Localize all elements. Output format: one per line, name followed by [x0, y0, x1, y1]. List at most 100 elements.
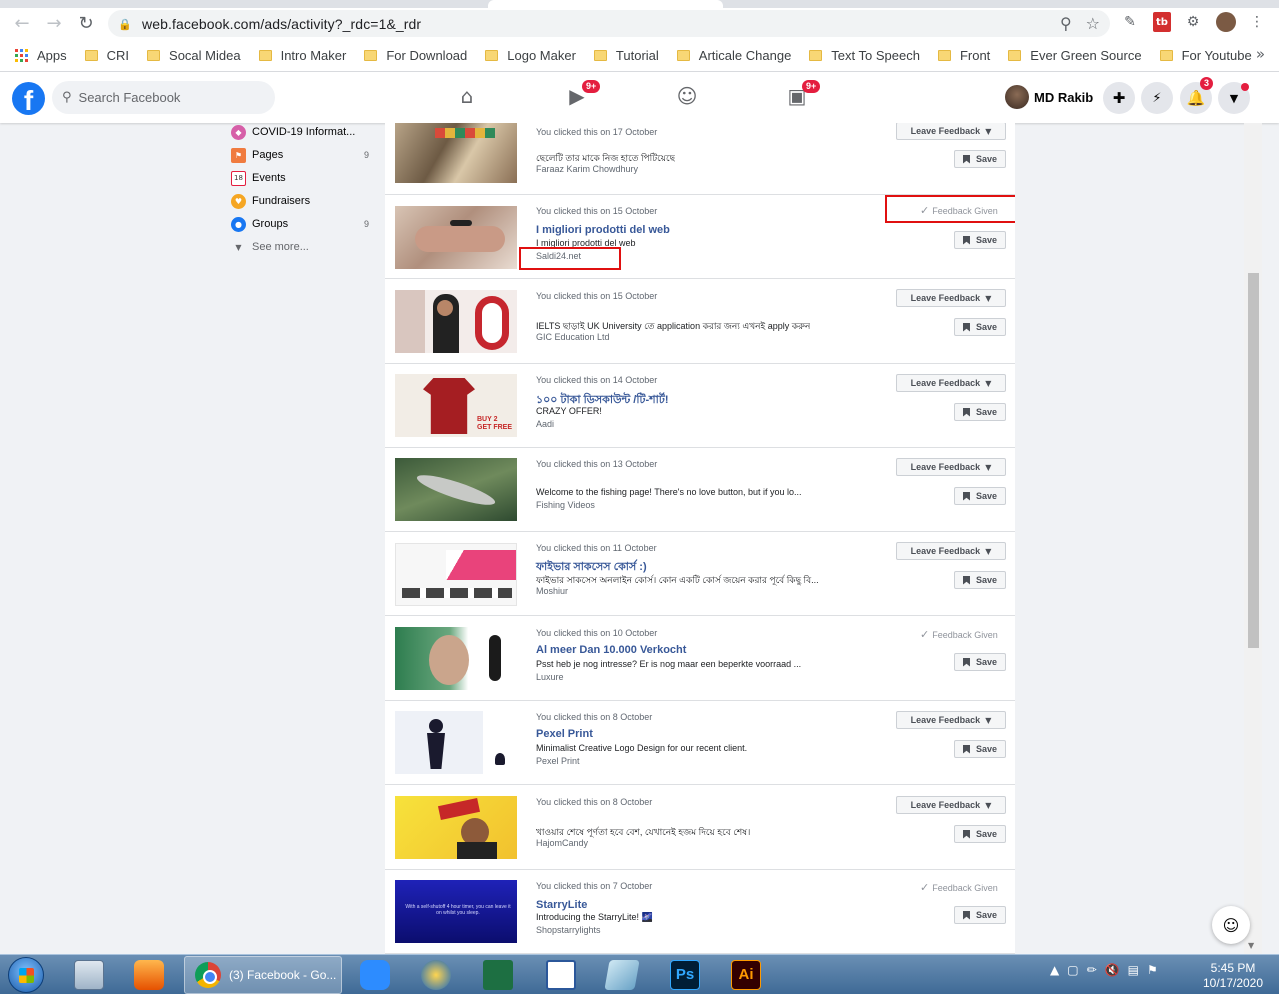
bookmark-folder[interactable]: Text To Speech: [809, 48, 920, 63]
save-button[interactable]: Save: [954, 318, 1006, 336]
create-plus-icon[interactable]: ✚: [1103, 82, 1135, 114]
pen-tray-icon[interactable]: ✏: [1087, 963, 1097, 977]
bookmark-folder[interactable]: Socal Midea: [147, 48, 241, 63]
illustrator-icon[interactable]: Ai: [731, 960, 761, 990]
media-player-icon[interactable]: [134, 960, 164, 990]
ad-title-link[interactable]: Pexel Print: [536, 728, 593, 740]
ad-source[interactable]: Faraaz Karim Chowdhury: [536, 164, 638, 174]
calculator-icon[interactable]: [74, 960, 104, 990]
ad-title-link[interactable]: Al meer Dan 10.000 Verkocht: [536, 644, 686, 656]
acrobat-tray-icon[interactable]: ▢: [1067, 963, 1078, 977]
bookmark-folder[interactable]: CRI: [84, 48, 129, 63]
ad-thumbnail-image[interactable]: With a self-shutoff 4 hour timer, you ca…: [395, 880, 517, 943]
active-tab[interactable]: [488, 0, 723, 8]
ad-title-link[interactable]: I migliori prodotti del web: [536, 224, 670, 236]
taskbar-clock[interactable]: 5:45 PM 10/17/2020: [1198, 961, 1268, 991]
ad-thumbnail-image[interactable]: [395, 123, 517, 183]
volume-muted-icon[interactable]: 🔇: [1105, 963, 1120, 977]
bookmark-folder[interactable]: Ever Green Source: [1008, 48, 1142, 63]
new-message-people-icon[interactable]: ☺: [1212, 906, 1250, 944]
leave-feedback-button[interactable]: Leave Feedback ▼: [896, 711, 1006, 729]
address-bar[interactable]: 🔒 web.facebook.com/ads/activity?_rdc=1&_…: [108, 10, 1110, 37]
ad-source[interactable]: Fishing Videos: [536, 500, 595, 510]
leave-feedback-button[interactable]: Leave Feedback ▼: [896, 374, 1006, 392]
profile-avatar-icon[interactable]: [1216, 12, 1236, 32]
bookmark-apps[interactable]: Apps: [13, 48, 67, 63]
bookmark-folder[interactable]: Tutorial: [593, 48, 659, 63]
notes-app-icon[interactable]: [604, 960, 640, 990]
bookmark-folder[interactable]: For Youtube: [1159, 48, 1252, 63]
photoshop-icon[interactable]: Ps: [670, 960, 700, 990]
forward-icon[interactable]: →: [40, 10, 68, 38]
start-button-icon[interactable]: [8, 957, 44, 993]
word-icon[interactable]: [546, 960, 576, 990]
sidebar-see-more[interactable]: ▼ See more...: [231, 238, 371, 256]
save-button[interactable]: Save: [954, 150, 1006, 168]
scrollbar-thumb[interactable]: [1248, 273, 1259, 648]
sidebar-item-covid[interactable]: ◆ COVID-19 Informat...: [231, 123, 371, 141]
zoom-icon[interactable]: ⚲: [1060, 14, 1072, 33]
extensions-puzzle-icon[interactable]: ⚙: [1184, 12, 1202, 32]
excel-icon[interactable]: [483, 960, 513, 990]
tubebuddy-extension-icon[interactable]: tb: [1153, 12, 1171, 32]
app-icon[interactable]: [421, 960, 451, 990]
profile-link[interactable]: MD Rakib: [1005, 85, 1093, 109]
bookmark-folder[interactable]: Logo Maker: [485, 48, 576, 63]
save-button[interactable]: Save: [954, 487, 1006, 505]
messenger-icon[interactable]: ⚡: [1141, 82, 1173, 114]
back-icon[interactable]: ←: [8, 10, 36, 38]
vertical-scrollbar[interactable]: ▼: [1244, 123, 1262, 954]
ad-thumbnail-image[interactable]: [395, 458, 517, 521]
bookmark-folder[interactable]: Front: [937, 48, 990, 63]
ad-thumbnail-image[interactable]: [395, 543, 517, 606]
save-button[interactable]: Save: [954, 906, 1006, 924]
ad-source[interactable]: GIC Education Ltd: [536, 332, 610, 342]
ad-source[interactable]: HajomCandy: [536, 838, 588, 848]
ad-title-link[interactable]: StarryLite: [536, 899, 587, 911]
network-icon[interactable]: ▤: [1128, 963, 1139, 977]
facebook-logo[interactable]: f: [12, 82, 45, 115]
ad-thumbnail-image[interactable]: [395, 290, 517, 353]
ad-source[interactable]: Aadi: [536, 419, 554, 429]
bookmark-folder[interactable]: Intro Maker: [258, 48, 346, 63]
ad-source[interactable]: Pexel Print: [536, 756, 580, 766]
ad-thumbnail-image[interactable]: [395, 711, 517, 774]
show-hidden-icons-icon[interactable]: ▲: [1050, 963, 1059, 977]
sidebar-item-groups[interactable]: ● Groups 9: [231, 215, 371, 233]
bookmark-folder[interactable]: For Download: [364, 48, 467, 63]
leave-feedback-button[interactable]: Leave Feedback ▼: [896, 542, 1006, 560]
leave-feedback-button[interactable]: Leave Feedback ▼: [896, 458, 1006, 476]
ad-thumbnail-image[interactable]: [395, 206, 517, 269]
groups-icon[interactable]: ☺: [672, 84, 702, 112]
eyedropper-extension-icon[interactable]: ✎: [1121, 12, 1139, 32]
sidebar-item-events[interactable]: 18 Events: [231, 169, 371, 187]
reload-icon[interactable]: ↻: [72, 10, 100, 38]
ad-thumbnail-image[interactable]: [395, 627, 517, 690]
ad-source[interactable]: Shopstarrylights: [536, 925, 601, 935]
scroll-down-arrow-icon[interactable]: ▼: [1248, 941, 1254, 950]
bookmark-folder[interactable]: Articale Change: [676, 48, 791, 63]
action-center-icon[interactable]: ⚑: [1147, 963, 1158, 977]
leave-feedback-button[interactable]: Leave Feedback ▼: [896, 289, 1006, 307]
ad-source[interactable]: Luxure: [536, 672, 564, 682]
chrome-menu-icon[interactable]: ⋮: [1250, 12, 1264, 32]
leave-feedback-button[interactable]: Leave Feedback ▼: [896, 796, 1006, 814]
url-text[interactable]: web.facebook.com/ads/activity?_rdc=1&_rd…: [142, 16, 421, 32]
bookmarks-overflow-icon[interactable]: »: [1256, 45, 1265, 63]
zoom-app-icon[interactable]: [360, 960, 390, 990]
sidebar-item-fundraisers[interactable]: ♥ Fundraisers: [231, 192, 371, 210]
taskbar-chrome-window[interactable]: (3) Facebook - Go...: [184, 956, 342, 994]
ad-thumbnail-image[interactable]: [395, 796, 517, 859]
leave-feedback-button[interactable]: Leave Feedback ▼: [896, 123, 1006, 140]
ad-thumbnail-image[interactable]: BUY 2 GET FREE: [395, 374, 517, 437]
save-button[interactable]: Save: [954, 571, 1006, 589]
sidebar-item-pages[interactable]: ⚑ Pages 9: [231, 146, 371, 164]
home-icon[interactable]: ⌂: [452, 84, 482, 112]
search-input[interactable]: ⚲ Search Facebook: [52, 81, 275, 114]
ad-source[interactable]: Moshiur: [536, 586, 568, 596]
save-button[interactable]: Save: [954, 403, 1006, 421]
save-button[interactable]: Save: [954, 231, 1006, 249]
bookmark-star-icon[interactable]: ☆: [1086, 14, 1100, 33]
save-button[interactable]: Save: [954, 653, 1006, 671]
save-button[interactable]: Save: [954, 740, 1006, 758]
